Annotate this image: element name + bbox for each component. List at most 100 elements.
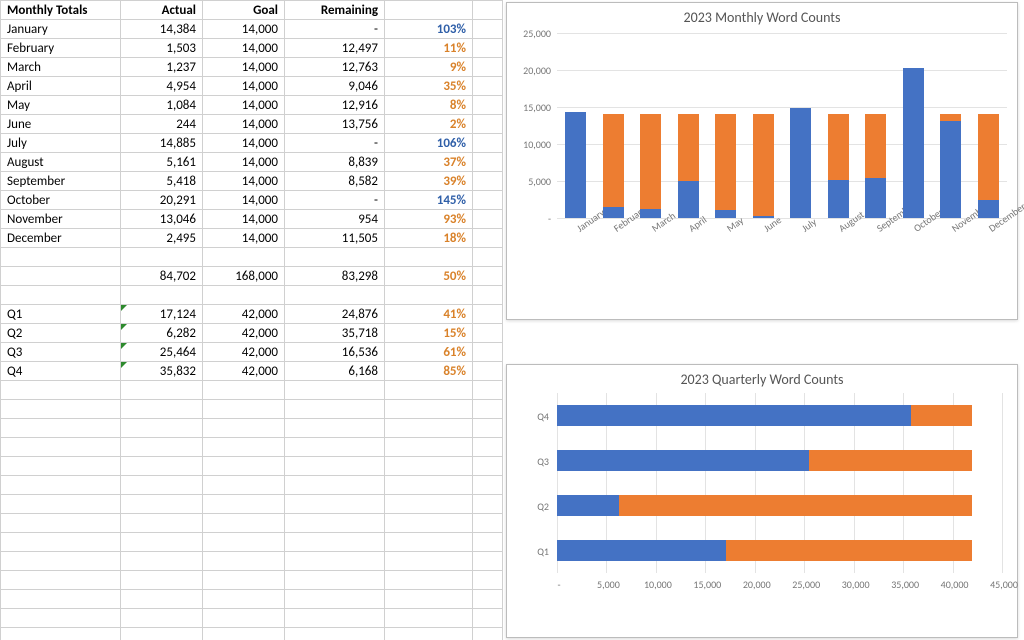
cell-goal[interactable]: 14,000	[203, 77, 285, 96]
cell-goal[interactable]: 14,000	[203, 191, 285, 210]
cell[interactable]	[385, 590, 473, 609]
cell-goal[interactable]: 42,000	[203, 324, 285, 343]
cell-actual[interactable]: 5,418	[121, 172, 203, 191]
cell[interactable]	[121, 286, 203, 305]
table-row[interactable]	[1, 248, 503, 267]
table-row[interactable]: October20,29114,000-145%	[1, 191, 503, 210]
cell-goal[interactable]: 14,000	[203, 153, 285, 172]
cell-empty[interactable]	[473, 172, 503, 191]
cell-percent[interactable]: 37%	[385, 153, 473, 172]
table-row[interactable]: Q117,12442,00024,87641%	[1, 305, 503, 324]
cell-goal[interactable]: 14,000	[203, 134, 285, 153]
cell[interactable]	[285, 419, 385, 438]
cell[interactable]	[203, 514, 285, 533]
cell[interactable]	[285, 533, 385, 552]
table-row[interactable]: February1,50314,00012,49711%	[1, 39, 503, 58]
cell[interactable]	[385, 514, 473, 533]
cell-actual[interactable]: 14,885	[121, 134, 203, 153]
cell-goal[interactable]: 14,000	[203, 115, 285, 134]
cell-percent[interactable]: 103%	[385, 20, 473, 39]
cell[interactable]	[385, 533, 473, 552]
cell-percent[interactable]: 85%	[385, 362, 473, 381]
cell-actual[interactable]: 35,832	[121, 362, 203, 381]
cell-year-goal[interactable]: 168,000	[203, 267, 285, 286]
cell-percent[interactable]: 18%	[385, 229, 473, 248]
cell-percent[interactable]: 145%	[385, 191, 473, 210]
cell-month-name[interactable]: September	[1, 172, 121, 191]
cell-goal[interactable]: 14,000	[203, 96, 285, 115]
cell-month-name[interactable]: April	[1, 77, 121, 96]
cell[interactable]	[473, 495, 503, 514]
cell[interactable]	[121, 476, 203, 495]
cell[interactable]	[121, 552, 203, 571]
cell-percent[interactable]: 39%	[385, 172, 473, 191]
cell[interactable]	[121, 495, 203, 514]
cell-actual[interactable]: 2,495	[121, 229, 203, 248]
table-row[interactable]	[1, 533, 503, 552]
cell-percent[interactable]: 11%	[385, 39, 473, 58]
cell[interactable]	[1, 248, 121, 267]
cell[interactable]	[473, 267, 503, 286]
cell-month-name[interactable]: February	[1, 39, 121, 58]
cell-empty[interactable]	[473, 77, 503, 96]
cell-month-name[interactable]: May	[1, 96, 121, 115]
cell-actual[interactable]: 20,291	[121, 191, 203, 210]
cell-remaining[interactable]: 11,505	[285, 229, 385, 248]
cell[interactable]	[121, 571, 203, 590]
table-row[interactable]: November13,04614,00095493%	[1, 210, 503, 229]
cell-remaining[interactable]: 8,582	[285, 172, 385, 191]
table-row[interactable]: June24414,00013,7562%	[1, 115, 503, 134]
table-row[interactable]: August5,16114,0008,83937%	[1, 153, 503, 172]
cell[interactable]	[385, 457, 473, 476]
cell[interactable]	[285, 571, 385, 590]
cell-remaining[interactable]: 954	[285, 210, 385, 229]
cell[interactable]	[473, 457, 503, 476]
table-row[interactable]: May1,08414,00012,9168%	[1, 96, 503, 115]
cell[interactable]	[473, 400, 503, 419]
cell[interactable]	[473, 305, 503, 324]
cell[interactable]	[203, 419, 285, 438]
cell-goal[interactable]: 14,000	[203, 210, 285, 229]
cell-quarter-name[interactable]: Q2	[1, 324, 121, 343]
table-row[interactable]	[1, 419, 503, 438]
cell[interactable]	[285, 495, 385, 514]
cell-year-remaining[interactable]: 83,298	[285, 267, 385, 286]
cell[interactable]	[203, 609, 285, 628]
cell[interactable]	[203, 552, 285, 571]
cell[interactable]	[203, 590, 285, 609]
cell-remaining[interactable]: 8,839	[285, 153, 385, 172]
table-row[interactable]: December2,49514,00011,50518%	[1, 229, 503, 248]
cell[interactable]	[1, 590, 121, 609]
cell[interactable]	[1, 571, 121, 590]
cell[interactable]	[203, 457, 285, 476]
cell-empty[interactable]	[473, 229, 503, 248]
cell[interactable]	[285, 457, 385, 476]
cell-percent[interactable]: 61%	[385, 343, 473, 362]
cell-empty[interactable]	[473, 191, 503, 210]
table-row[interactable]	[1, 609, 503, 628]
cell[interactable]	[203, 476, 285, 495]
cell-percent[interactable]: 93%	[385, 210, 473, 229]
cell[interactable]	[121, 457, 203, 476]
cell[interactable]	[121, 419, 203, 438]
cell-quarter-name[interactable]: Q1	[1, 305, 121, 324]
cell-actual[interactable]: 6,282	[121, 324, 203, 343]
table-row[interactable]	[1, 571, 503, 590]
cell[interactable]	[1, 400, 121, 419]
cell[interactable]	[203, 628, 285, 640]
cell[interactable]	[385, 628, 473, 640]
cell[interactable]	[385, 476, 473, 495]
cell-goal[interactable]: 14,000	[203, 58, 285, 77]
cell[interactable]	[385, 552, 473, 571]
cell[interactable]	[1, 419, 121, 438]
cell-actual[interactable]: 25,464	[121, 343, 203, 362]
cell-actual[interactable]: 1,084	[121, 96, 203, 115]
cell[interactable]	[385, 419, 473, 438]
cell[interactable]	[285, 628, 385, 640]
cell[interactable]	[385, 495, 473, 514]
cell[interactable]	[203, 248, 285, 267]
cell-remaining[interactable]: 16,536	[285, 343, 385, 362]
cell[interactable]	[1, 286, 121, 305]
cell-remaining[interactable]: 12,916	[285, 96, 385, 115]
spreadsheet-table[interactable]: Monthly Totals Actual Goal Remaining Jan…	[0, 0, 503, 640]
